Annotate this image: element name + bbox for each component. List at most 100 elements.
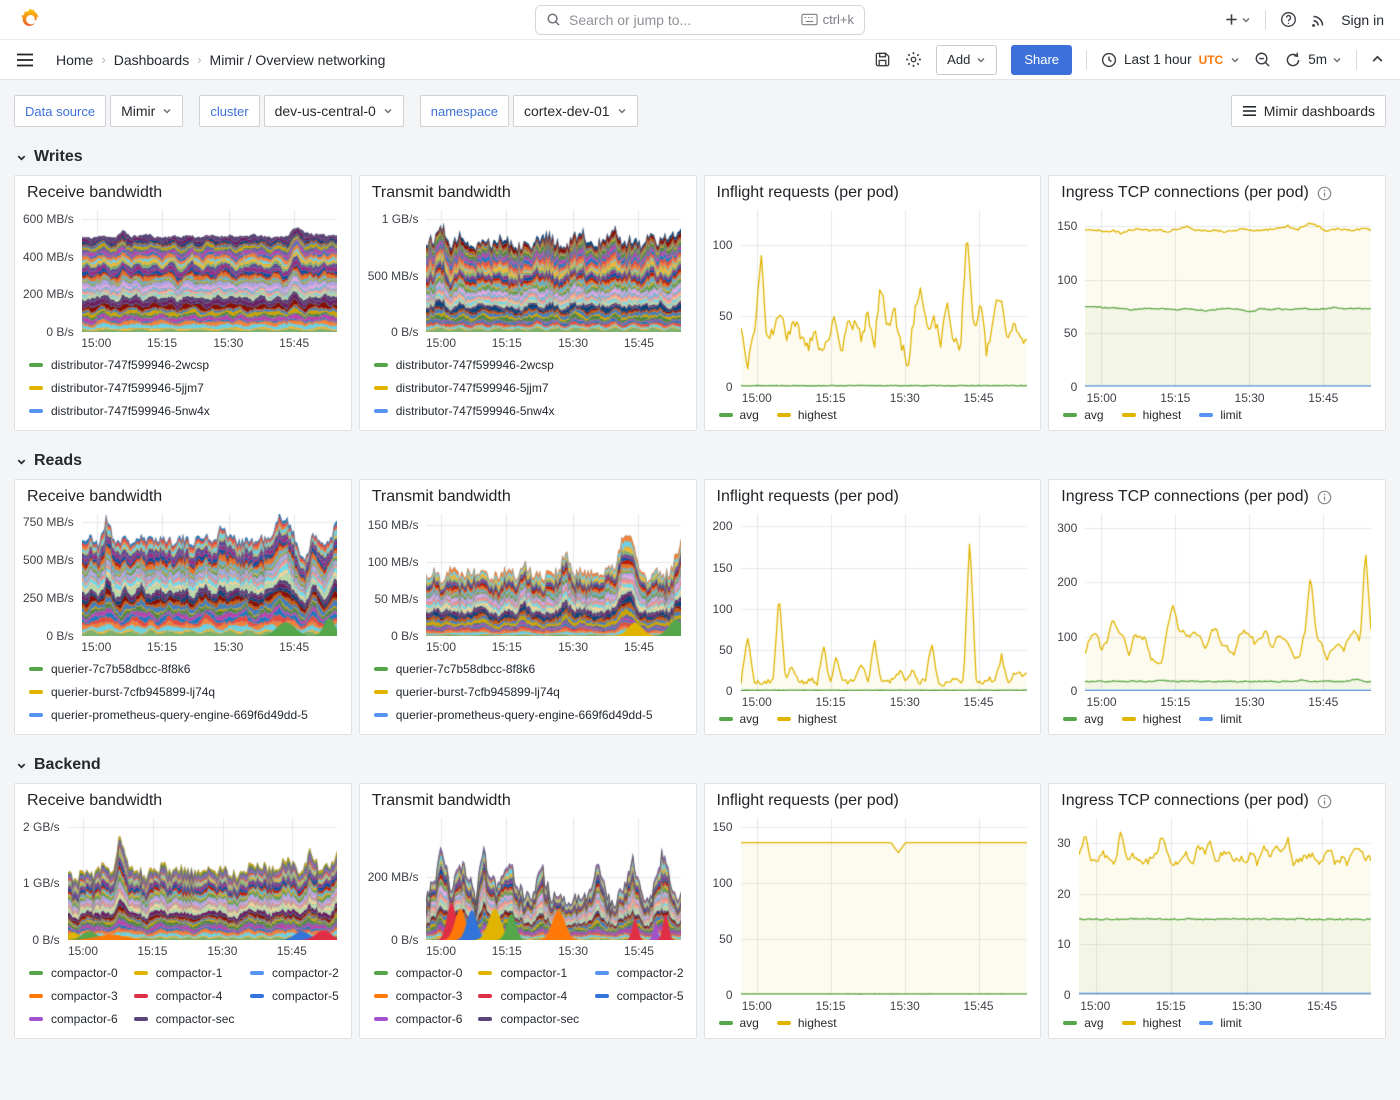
section-header-backend[interactable]: Backend <box>16 756 1384 774</box>
legend-label[interactable]: avg <box>740 1016 759 1030</box>
zoom-out-icon[interactable] <box>1254 51 1271 68</box>
panel-title[interactable]: Receive bandwidth <box>27 488 162 506</box>
refresh-picker[interactable]: 5m <box>1285 52 1342 68</box>
legend-label[interactable]: highest <box>798 712 837 726</box>
legend-item[interactable]: compactor-4 <box>134 984 234 1007</box>
info-icon[interactable] <box>1317 794 1332 809</box>
legend-label[interactable]: compactor-secondary-0 <box>156 1012 234 1026</box>
panel-title[interactable]: Inflight requests (per pod) <box>717 184 899 202</box>
legend-item[interactable]: distributor-747f599946-2wcsp <box>374 353 684 376</box>
legend-label[interactable]: limit <box>1220 408 1241 422</box>
save-icon[interactable] <box>874 51 891 68</box>
legend-label[interactable]: highest <box>798 1016 837 1030</box>
legend-item[interactable]: querier-prometheus-query-engine-669f6d49… <box>374 703 684 726</box>
collapse-toolbar-icon[interactable] <box>1371 53 1384 66</box>
legend-item[interactable]: querier-burst-7cfb945899-lj74q <box>374 680 684 703</box>
chart-canvas[interactable] <box>82 514 337 636</box>
legend-label[interactable]: highest <box>1143 408 1182 422</box>
panel-title[interactable]: Transmit bandwidth <box>372 488 511 506</box>
panel-title[interactable]: Transmit bandwidth <box>372 184 511 202</box>
legend-item[interactable]: distributor-747f599946-5jjm7 <box>29 376 339 399</box>
legend-label[interactable]: avg <box>1084 1016 1103 1030</box>
chart-canvas[interactable] <box>426 818 681 940</box>
chart-canvas[interactable] <box>426 514 681 636</box>
mimir-dashboards-button[interactable]: Mimir dashboards <box>1231 95 1386 127</box>
legend-label[interactable]: compactor-1 <box>500 966 567 980</box>
legend-item[interactable]: compactor-2 <box>595 961 684 984</box>
legend-label[interactable]: querier-7c7b58dbcc-8f8k6 <box>51 662 190 676</box>
legend-item[interactable]: highest <box>777 1016 837 1030</box>
legend-item[interactable]: compactor-5 <box>250 984 339 1007</box>
legend-item[interactable]: highest <box>777 712 837 726</box>
legend-label[interactable]: querier-7c7b58dbcc-8f8k6 <box>396 662 535 676</box>
panel-title[interactable]: Transmit bandwidth <box>372 792 511 810</box>
legend-item[interactable]: compactor-secondary-0 <box>478 1007 578 1030</box>
legend-label[interactable]: compactor-1 <box>156 966 223 980</box>
legend-item[interactable]: distributor-747f599946-5jjm7 <box>374 376 684 399</box>
legend-label[interactable]: limit <box>1220 1016 1241 1030</box>
chart-canvas[interactable] <box>1079 818 1371 995</box>
panel-title[interactable]: Inflight requests (per pod) <box>717 792 899 810</box>
legend-item[interactable]: compactor-secondary-0 <box>134 1007 234 1030</box>
legend-label[interactable]: compactor-3 <box>396 989 463 1003</box>
legend-item[interactable]: distributor-747f599946-5nw4x <box>29 399 339 422</box>
info-icon[interactable] <box>1317 186 1332 201</box>
new-menu-button[interactable] <box>1224 12 1251 27</box>
legend-item[interactable]: querier-7c7b58dbcc-8f8k6 <box>374 657 684 680</box>
legend-item[interactable]: compactor-3 <box>374 984 463 1007</box>
breadcrumb-home[interactable]: Home <box>56 52 93 68</box>
legend-label[interactable]: avg <box>740 712 759 726</box>
section-header-writes[interactable]: Writes <box>16 148 1384 166</box>
legend-label[interactable]: distributor-747f599946-2wcsp <box>51 358 209 372</box>
legend-item[interactable]: distributor-747f599946-5nw4x <box>374 399 684 422</box>
legend-label[interactable]: distributor-747f599946-5jjm7 <box>396 381 549 395</box>
legend-item[interactable]: compactor-4 <box>478 984 578 1007</box>
legend-item[interactable]: limit <box>1199 408 1241 422</box>
help-button[interactable] <box>1280 11 1297 28</box>
legend-label[interactable]: avg <box>1084 408 1103 422</box>
legend-label[interactable]: compactor-3 <box>51 989 118 1003</box>
legend-label[interactable]: distributor-747f599946-5nw4x <box>51 404 210 418</box>
legend-label[interactable]: compactor-5 <box>272 989 339 1003</box>
time-range-picker[interactable]: Last 1 hour UTC <box>1101 52 1240 68</box>
chart-canvas[interactable] <box>1085 210 1371 387</box>
legend-item[interactable]: avg <box>1063 712 1103 726</box>
legend-item[interactable]: avg <box>719 712 759 726</box>
chart-canvas[interactable] <box>426 210 681 332</box>
legend-item[interactable]: compactor-6 <box>29 1007 118 1030</box>
section-header-reads[interactable]: Reads <box>16 452 1384 470</box>
legend-item[interactable]: compactor-3 <box>29 984 118 1007</box>
legend-item[interactable]: highest <box>1122 408 1182 422</box>
legend-item[interactable]: compactor-5 <box>595 984 684 1007</box>
info-icon[interactable] <box>1317 490 1332 505</box>
legend-item[interactable]: limit <box>1199 1016 1241 1030</box>
chart-canvas[interactable] <box>741 210 1027 387</box>
chart-canvas[interactable] <box>741 818 1027 995</box>
chart-canvas[interactable] <box>82 210 337 332</box>
legend-label[interactable]: querier-prometheus-query-engine-669f6d49… <box>51 708 308 722</box>
datasource-select[interactable]: Mimir <box>110 95 183 127</box>
legend-label[interactable]: compactor-secondary-0 <box>500 1012 578 1026</box>
menu-icon[interactable] <box>16 53 34 67</box>
gear-icon[interactable] <box>905 51 922 68</box>
panel-title[interactable]: Receive bandwidth <box>27 184 162 202</box>
search-input[interactable]: Search or jump to... ctrl+k <box>535 5 865 35</box>
legend-label[interactable]: querier-burst-7cfb945899-lj74q <box>51 685 215 699</box>
cluster-select[interactable]: dev-us-central-0 <box>264 95 404 127</box>
share-button[interactable]: Share <box>1011 45 1072 75</box>
legend-item[interactable]: compactor-6 <box>374 1007 463 1030</box>
breadcrumb-dashboards[interactable]: Dashboards <box>114 52 190 68</box>
legend-label[interactable]: avg <box>740 408 759 422</box>
legend-item[interactable]: highest <box>1122 712 1182 726</box>
legend-item[interactable]: highest <box>1122 1016 1182 1030</box>
legend-label[interactable]: compactor-4 <box>156 989 223 1003</box>
legend-item[interactable]: compactor-1 <box>134 961 234 984</box>
legend-label[interactable]: distributor-747f599946-5jjm7 <box>51 381 204 395</box>
sign-in-button[interactable]: Sign in <box>1341 12 1384 28</box>
legend-label[interactable]: avg <box>1084 712 1103 726</box>
panel-title[interactable]: Inflight requests (per pod) <box>717 488 899 506</box>
legend-label[interactable]: compactor-6 <box>396 1012 463 1026</box>
legend-label[interactable]: compactor-4 <box>500 989 567 1003</box>
legend-label[interactable]: querier-prometheus-query-engine-669f6d49… <box>396 708 653 722</box>
panel-title[interactable]: Ingress TCP connections (per pod) <box>1061 184 1309 202</box>
